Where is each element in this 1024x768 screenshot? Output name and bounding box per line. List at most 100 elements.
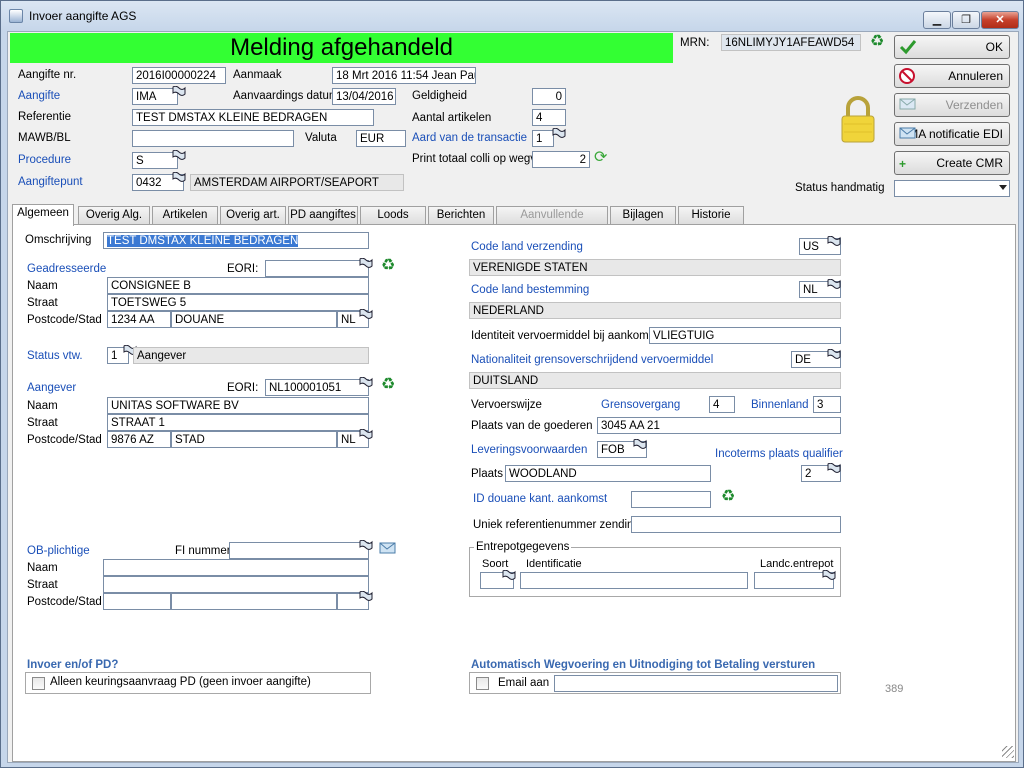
flag-icon[interactable] bbox=[359, 591, 373, 602]
flag-icon[interactable] bbox=[502, 570, 516, 581]
print-totaal-field[interactable]: 2 bbox=[532, 151, 590, 168]
valuta-field[interactable]: EUR bbox=[356, 130, 406, 147]
code-bestemming-label[interactable]: Code land bestemming bbox=[471, 284, 589, 296]
status-vtw-label[interactable]: Status vtw. bbox=[27, 350, 83, 362]
procedure-label[interactable]: Procedure bbox=[18, 154, 71, 166]
resize-grip[interactable] bbox=[1002, 746, 1014, 758]
tab-bijlagen[interactable]: Bijlagen bbox=[610, 206, 676, 225]
aangever-stad-field[interactable]: STAD bbox=[171, 431, 337, 448]
restore-button[interactable]: ❐ bbox=[952, 11, 980, 29]
tab-loods[interactable]: Loods bbox=[360, 206, 426, 225]
status-handmatig-select[interactable] bbox=[894, 180, 1010, 197]
aanvaardings-datum-field[interactable]: 13/04/2016 bbox=[332, 88, 396, 105]
id-douane-label[interactable]: ID douane kant. aankomst bbox=[473, 493, 607, 505]
email-label[interactable]: Email aan bbox=[498, 677, 549, 689]
aangever-postcode-field[interactable]: 9876 AZ bbox=[107, 431, 171, 448]
keuring-checkbox-label[interactable]: Alleen keuringsaanvraag PD (geen invoer … bbox=[50, 676, 311, 688]
grensovergang-label[interactable]: Grensovergang bbox=[601, 399, 680, 411]
envelope-icon[interactable] bbox=[379, 541, 397, 555]
referentie-field[interactable]: TEST DMSTAX KLEINE BEDRAGEN bbox=[132, 109, 374, 126]
keuring-checkbox[interactable] bbox=[32, 677, 45, 690]
geadresseerde-stad-field[interactable]: DOUANE bbox=[171, 311, 337, 328]
flag-icon[interactable] bbox=[172, 172, 186, 183]
ob-stad-field[interactable] bbox=[171, 593, 337, 610]
flag-icon[interactable] bbox=[552, 128, 566, 139]
ok-button[interactable]: OK bbox=[894, 35, 1010, 59]
flag-icon[interactable] bbox=[822, 570, 836, 581]
aangiftepunt-label[interactable]: Aangiftepunt bbox=[18, 176, 83, 188]
recycle-icon[interactable]: ♻ bbox=[381, 377, 395, 393]
geldigheid-field[interactable]: 0 bbox=[532, 88, 566, 105]
fi-nummer-field[interactable] bbox=[229, 542, 369, 559]
flag-icon[interactable] bbox=[827, 349, 841, 360]
email-checkbox[interactable] bbox=[476, 677, 489, 690]
flag-icon[interactable] bbox=[359, 377, 373, 388]
binnenland-field[interactable]: 3 bbox=[813, 396, 841, 413]
aantal-artikelen-field[interactable]: 4 bbox=[532, 109, 566, 126]
uniek-ref-field[interactable] bbox=[631, 516, 841, 533]
mrn-field[interactable]: 16NLIMYJY1AFEAWD54 bbox=[721, 34, 861, 51]
plaats-field[interactable]: WOODLAND bbox=[505, 465, 711, 482]
tab-pd-aangiftes[interactable]: PD aangiftes bbox=[288, 206, 358, 225]
aangifte-label[interactable]: Aangifte bbox=[18, 90, 60, 102]
refresh-icon[interactable]: ⟳ bbox=[594, 150, 607, 166]
tab-overig-art[interactable]: Overig art. bbox=[220, 206, 286, 225]
geadresseerde-eori-field[interactable] bbox=[265, 260, 369, 277]
entrepot-identificatie-field[interactable] bbox=[520, 572, 748, 589]
tab-historie[interactable]: Historie bbox=[678, 206, 744, 225]
minimize-button[interactable]: ▁ bbox=[923, 11, 951, 29]
recycle-icon[interactable]: ♻ bbox=[721, 489, 735, 505]
create-cmr-button[interactable]: + Create CMR bbox=[894, 151, 1010, 175]
tab-overig-alg[interactable]: Overig Alg. bbox=[78, 206, 150, 225]
recycle-icon[interactable]: ♻ bbox=[381, 258, 395, 274]
incoterms-label[interactable]: Incoterms plaats qualifier bbox=[715, 448, 843, 460]
code-verzending-label[interactable]: Code land verzending bbox=[471, 241, 583, 253]
tab-artikelen[interactable]: Artikelen bbox=[152, 206, 218, 225]
aangever-label[interactable]: Aangever bbox=[27, 382, 76, 394]
flag-icon[interactable] bbox=[359, 258, 373, 269]
identiteit-field[interactable]: VLIEGTUIG bbox=[649, 327, 841, 344]
flag-icon[interactable] bbox=[359, 540, 373, 551]
tab-berichten[interactable]: Berichten bbox=[428, 206, 494, 225]
recycle-icon[interactable]: ♻ bbox=[870, 34, 884, 50]
flag-icon[interactable] bbox=[172, 150, 186, 161]
aard-transactie-field[interactable]: 1 bbox=[532, 130, 554, 147]
ob-postcode-field[interactable] bbox=[103, 593, 171, 610]
omschrijving-field[interactable]: TEST DMSTAX KLEINE BEDRAGEN bbox=[103, 232, 369, 249]
title-bar[interactable]: Invoer aangifte AGS ▁ ❐ ✕ bbox=[1, 1, 1023, 31]
geadresseerde-naam-field[interactable]: CONSIGNEE B bbox=[107, 277, 369, 294]
aangever-naam-field[interactable]: UNITAS SOFTWARE BV bbox=[107, 397, 369, 414]
geadresseerde-label[interactable]: Geadresseerde bbox=[27, 263, 106, 275]
aangever-eori-field[interactable]: NL100001051 bbox=[265, 379, 369, 396]
aanmaak-field[interactable]: 18 Mrt 2016 11:54 Jean Paul bbox=[332, 67, 476, 84]
tab-algemeen[interactable]: Algemeen bbox=[12, 204, 74, 226]
binnenland-label[interactable]: Binnenland bbox=[751, 399, 809, 411]
close-button[interactable]: ✕ bbox=[981, 11, 1019, 29]
verzenden-button[interactable]: Verzenden bbox=[894, 93, 1010, 117]
annuleren-button[interactable]: Annuleren bbox=[894, 64, 1010, 88]
aard-transactie-label[interactable]: Aard van de transactie bbox=[412, 132, 527, 144]
ob-naam-field[interactable] bbox=[103, 559, 369, 576]
aangever-straat-field[interactable]: STRAAT 1 bbox=[107, 414, 369, 431]
ob-plichtige-label[interactable]: OB-plichtige bbox=[27, 545, 90, 557]
flag-icon[interactable] bbox=[172, 86, 186, 97]
flag-icon[interactable] bbox=[359, 429, 373, 440]
geadresseerde-straat-field[interactable]: TOETSWEG 5 bbox=[107, 294, 369, 311]
geadresseerde-postcode-label: Postcode/Stad bbox=[27, 314, 102, 326]
email-field[interactable] bbox=[554, 675, 838, 692]
id-douane-field[interactable] bbox=[631, 491, 711, 508]
aangifte-nr-field[interactable]: 2016I00000224 bbox=[132, 67, 226, 84]
mawb-field[interactable] bbox=[132, 130, 294, 147]
flag-icon[interactable] bbox=[359, 309, 373, 320]
flag-icon[interactable] bbox=[633, 439, 647, 450]
flag-icon[interactable] bbox=[827, 236, 841, 247]
flag-icon[interactable] bbox=[827, 279, 841, 290]
ima-notificatie-button[interactable]: IMA notificatie EDI bbox=[894, 122, 1010, 146]
flag-icon[interactable] bbox=[827, 463, 841, 474]
plaats-goederen-field[interactable]: 3045 AA 21 bbox=[597, 417, 841, 434]
grensovergang-field[interactable]: 4 bbox=[709, 396, 735, 413]
leveringsvoorwaarden-label[interactable]: Leveringsvoorwaarden bbox=[471, 444, 587, 456]
nationaliteit-label[interactable]: Nationaliteit grensoverschrijdend vervoe… bbox=[471, 354, 713, 366]
geadresseerde-postcode-field[interactable]: 1234 AA bbox=[107, 311, 171, 328]
ob-straat-field[interactable] bbox=[103, 576, 369, 593]
